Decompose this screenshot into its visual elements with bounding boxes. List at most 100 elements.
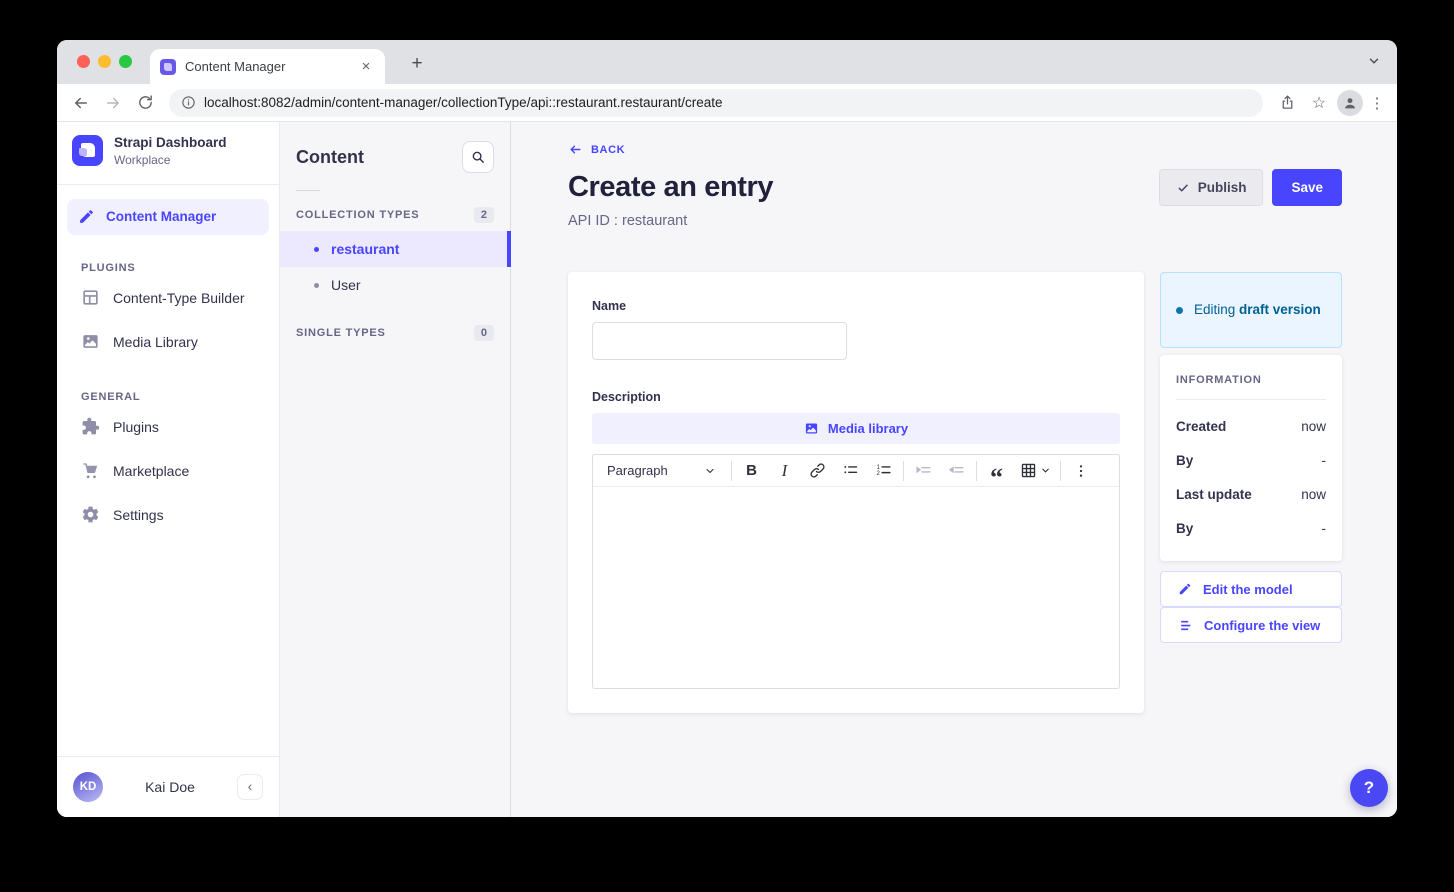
- sidebar-item-marketplace[interactable]: Marketplace: [57, 449, 279, 493]
- sidebar-item-content-type-builder[interactable]: Content-Type Builder: [57, 276, 279, 320]
- pencil-icon: [1178, 582, 1192, 596]
- tab-strip: Content Manager × +: [57, 40, 1397, 84]
- avatar[interactable]: KD: [73, 772, 103, 802]
- description-field-label: Description: [592, 390, 1120, 404]
- content-subnav: Content COLLECTION TYPES 2 restaurant Us…: [280, 122, 511, 817]
- url-bar[interactable]: localhost:8082/admin/content-manager/col…: [169, 89, 1263, 117]
- image-icon: [81, 332, 100, 351]
- share-icon[interactable]: [1273, 89, 1301, 117]
- divider: [296, 190, 320, 191]
- bullet-icon: [314, 283, 319, 288]
- paragraph-style-dropdown[interactable]: Paragraph: [595, 455, 728, 486]
- edit-pen-icon: [78, 208, 95, 225]
- workspace-brand[interactable]: Strapi Dashboard Workplace: [57, 122, 279, 185]
- more-options-button[interactable]: [1064, 457, 1097, 485]
- divider: [731, 461, 732, 481]
- main-content: BACK Create an entry Publish Save API ID…: [511, 122, 1397, 817]
- table-icon: [1020, 462, 1037, 479]
- minimize-window-button[interactable]: [98, 55, 111, 68]
- italic-button[interactable]: I: [768, 457, 801, 485]
- sidebar-item-label: Plugins: [113, 419, 159, 435]
- user-footer: KD Kai Doe ‹: [57, 756, 279, 817]
- configure-view-button[interactable]: Configure the view: [1160, 607, 1342, 643]
- table-button[interactable]: [1013, 457, 1057, 485]
- tab-search-chevron-icon[interactable]: [1367, 54, 1381, 68]
- layout-icon: [81, 288, 100, 307]
- svg-text:1: 1: [877, 465, 881, 471]
- publish-button[interactable]: Publish: [1159, 169, 1264, 206]
- subnav-item-user[interactable]: User: [280, 267, 510, 303]
- subnav-item-restaurant[interactable]: restaurant: [280, 231, 510, 267]
- editor-toolbar: Paragraph B I 12: [593, 455, 1119, 487]
- sidebar-item-media-library[interactable]: Media Library: [57, 320, 279, 364]
- sidebar-item-label: Marketplace: [113, 463, 189, 479]
- entry-form-card: Name Description Media library Paragraph: [568, 272, 1144, 713]
- description-textarea[interactable]: [593, 487, 1119, 688]
- browser-tab[interactable]: Content Manager ×: [150, 49, 385, 84]
- url-text[interactable]: localhost:8082/admin/content-manager/col…: [204, 95, 723, 110]
- bullet-list-button[interactable]: [834, 457, 867, 485]
- sidebar-item-settings[interactable]: Settings: [57, 493, 279, 537]
- close-tab-icon[interactable]: ×: [357, 58, 375, 75]
- bookmark-star-icon[interactable]: ☆: [1305, 89, 1333, 117]
- sidebar-item-content-manager[interactable]: Content Manager: [67, 199, 269, 235]
- edit-model-button[interactable]: Edit the model: [1160, 571, 1342, 607]
- link-button[interactable]: [801, 457, 834, 485]
- bold-button[interactable]: B: [735, 457, 768, 485]
- browser-menu-icon[interactable]: ⋮: [1367, 89, 1387, 117]
- site-info-icon[interactable]: [181, 95, 196, 110]
- back-arrow-icon: [568, 143, 583, 156]
- browser-profile-icon[interactable]: [1337, 90, 1363, 116]
- single-types-count-badge: 0: [474, 325, 494, 341]
- back-icon[interactable]: [67, 89, 95, 117]
- reload-icon[interactable]: [131, 89, 159, 117]
- divider: [976, 461, 977, 481]
- sidebar-item-label: Settings: [113, 507, 164, 523]
- page-title: Create an entry: [568, 171, 773, 204]
- link-icon: [809, 462, 826, 479]
- browser-window: Content Manager × + localhost:8082/admin…: [57, 40, 1397, 817]
- tab-title: Content Manager: [185, 59, 357, 74]
- sidebar-item-plugins[interactable]: Plugins: [57, 405, 279, 449]
- name-field-label: Name: [592, 299, 626, 313]
- collapse-sidebar-button[interactable]: ‹: [237, 774, 263, 800]
- save-button[interactable]: Save: [1272, 169, 1342, 206]
- strapi-app: Strapi Dashboard Workplace Content Manag…: [57, 122, 1397, 817]
- numbered-list-icon: 12: [875, 462, 892, 479]
- user-name: Kai Doe: [113, 779, 227, 795]
- subnav-item-label: restaurant: [331, 241, 399, 257]
- info-row-created: Created now: [1176, 419, 1326, 434]
- information-title: INFORMATION: [1176, 374, 1326, 386]
- indent-button[interactable]: [907, 457, 940, 485]
- maximize-window-button[interactable]: [119, 55, 132, 68]
- workspace-subtitle: Workplace: [114, 153, 227, 167]
- strapi-favicon-icon: [160, 59, 176, 75]
- search-button[interactable]: [462, 141, 494, 173]
- browser-toolbar: localhost:8082/admin/content-manager/col…: [57, 84, 1397, 122]
- info-row-created-by: By -: [1176, 453, 1326, 468]
- name-input[interactable]: [592, 322, 847, 360]
- close-window-button[interactable]: [77, 55, 90, 68]
- draft-status-banner: Editing draft version: [1160, 272, 1342, 348]
- search-icon: [471, 150, 485, 164]
- info-row-last-update: Last update now: [1176, 487, 1326, 502]
- gear-icon: [81, 505, 100, 524]
- new-tab-button[interactable]: +: [405, 53, 429, 77]
- strapi-logo-icon: [72, 135, 103, 166]
- main-sidebar: Strapi Dashboard Workplace Content Manag…: [57, 122, 280, 817]
- outdent-icon: [948, 462, 965, 479]
- media-library-button[interactable]: Media library: [592, 413, 1120, 444]
- subnav-title: Content: [296, 147, 364, 168]
- help-button[interactable]: ?: [1350, 769, 1388, 807]
- blockquote-button[interactable]: “: [980, 457, 1013, 485]
- sidebar-section-plugins: PLUGINS: [81, 262, 279, 274]
- divider: [903, 461, 904, 481]
- outdent-button[interactable]: [940, 457, 973, 485]
- kebab-menu-icon: [1073, 463, 1089, 479]
- window-controls[interactable]: [77, 55, 132, 68]
- back-link[interactable]: BACK: [568, 143, 625, 156]
- chevron-down-icon: [1040, 465, 1051, 476]
- forward-icon[interactable]: [99, 89, 127, 117]
- cart-icon: [81, 461, 100, 480]
- numbered-list-button[interactable]: 12: [867, 457, 900, 485]
